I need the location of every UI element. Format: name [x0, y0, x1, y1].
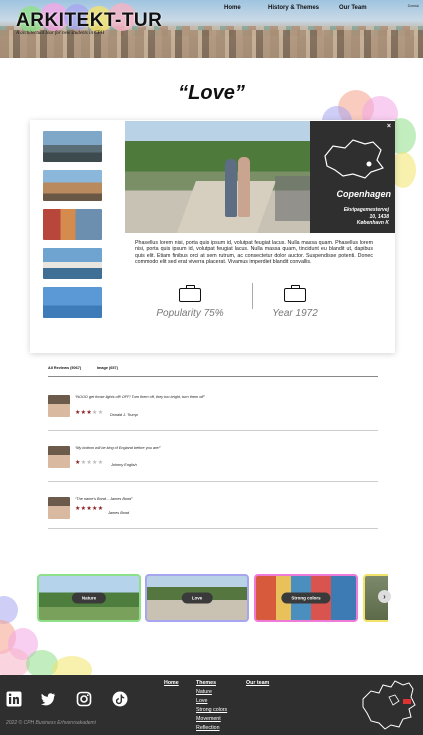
avatar — [48, 497, 70, 519]
review-text: “My bottom will be king of England befor… — [75, 446, 161, 450]
theme-card-strong-colors[interactable]: Strong colors — [254, 574, 358, 622]
footer-link-themes[interactable]: Themes — [196, 679, 227, 688]
divider — [48, 376, 378, 377]
city-name: Copenhagen — [336, 189, 391, 199]
city-map-icon — [324, 139, 384, 179]
address: Ekvipagemestervej 10, 1438 København K — [310, 207, 395, 227]
briefcase-icon — [284, 285, 306, 302]
thumbnail-image[interactable] — [43, 170, 102, 201]
reviewer-name: Donald J. Trump — [110, 413, 138, 417]
popularity-stat: Popularity 75% — [155, 285, 225, 319]
reviewer-name: James Bond — [108, 511, 130, 515]
divider — [48, 430, 378, 431]
thumbnail-image[interactable] — [43, 287, 102, 318]
logo-text: ARKITEKT-TUR — [16, 10, 163, 31]
footer-col-home: Home — [164, 679, 179, 688]
photo-person — [238, 157, 250, 217]
review-text: “NOOO get those lights off! OFF! Turn th… — [75, 395, 205, 399]
avatar — [48, 446, 70, 468]
footer-link-home[interactable]: Home — [164, 679, 179, 688]
thumbnail-image[interactable] — [43, 209, 102, 240]
main-photo — [125, 121, 312, 233]
nav-our-team[interactable]: Our Team — [339, 5, 367, 11]
copyright: 2022 © CPH Business Erhvervsakademi — [6, 720, 96, 726]
footer-col-themes: Themes Nature Love Strong colors Movemen… — [196, 679, 227, 733]
avatar — [48, 395, 70, 417]
year-label: Year 1972 — [272, 308, 318, 319]
footer-link-our-team[interactable]: Our team — [246, 679, 269, 688]
star-icon: ★★★★★ — [75, 506, 104, 512]
close-icon[interactable]: × — [387, 123, 391, 130]
briefcase-icon — [179, 285, 201, 302]
photo-person — [225, 159, 237, 217]
theme-card-nature[interactable]: Nature — [37, 574, 141, 622]
location-info-box: × Copenhagen Ekvipagemestervej 10, 1438 … — [310, 121, 395, 233]
location-card: × Copenhagen Ekvipagemestervej 10, 1438 … — [30, 120, 395, 353]
nav-history-themes[interactable]: History & Themes — [268, 5, 319, 11]
footer-link-nature[interactable]: Nature — [196, 688, 227, 697]
linkedin-icon[interactable] — [6, 691, 22, 707]
photo-bench — [275, 176, 312, 221]
instagram-icon[interactable] — [76, 691, 92, 707]
review-text: “The name's Bond... James Bond” — [75, 497, 133, 501]
theme-label: Strong colors — [281, 592, 331, 604]
rating-stars: ★★★★★ — [75, 459, 103, 466]
logo[interactable]: ARKITEKT-TUR A architectual tour for new… — [16, 10, 162, 36]
reviewer-name: Johnny English — [111, 463, 137, 467]
star-icon: ★★★ — [75, 410, 93, 416]
star-icon: ★★★★ — [80, 460, 104, 466]
thumbnail-image[interactable] — [43, 248, 102, 279]
footer-link-movement[interactable]: Movement — [196, 715, 227, 724]
rating-stars: ★★★★★ — [75, 409, 103, 416]
footer-link-love[interactable]: Love — [196, 697, 227, 706]
theme-card-love[interactable]: Love — [145, 574, 249, 622]
tab-image-reviews[interactable]: Image (657) — [97, 366, 118, 370]
thumbnail-image[interactable] — [43, 131, 102, 162]
theme-label: Nature — [71, 592, 107, 604]
site-footer: Home Themes Nature Love Strong colors Mo… — [0, 675, 423, 735]
language-toggle[interactable]: Dansk — [408, 3, 419, 8]
popularity-label: Popularity 75% — [156, 308, 224, 319]
twitter-icon[interactable] — [40, 691, 56, 707]
divider — [48, 528, 378, 529]
rating-stars: ★★★★★ — [75, 505, 103, 512]
divider — [48, 481, 378, 482]
footer-link-strong-colors[interactable]: Strong colors — [196, 706, 227, 715]
location-description: Phasellus lorem nisi, porta quis ipsum i… — [135, 240, 373, 266]
themes-carousel: Nature Love Strong colors — [36, 574, 388, 622]
thumbnail-gallery — [43, 131, 102, 326]
tab-all-reviews[interactable]: All Reviews (5067) — [48, 366, 81, 370]
map-icon — [362, 680, 416, 730]
tiktok-icon[interactable] — [112, 691, 128, 707]
site-header: ARKITEKT-TUR A architectual tour for new… — [0, 0, 423, 58]
chevron-right-icon[interactable]: › — [378, 590, 391, 603]
star-icon: ★★ — [92, 410, 104, 416]
theme-label: Love — [181, 592, 213, 604]
footer-link-reflection[interactable]: Reflection — [196, 724, 227, 733]
address-line: København K — [356, 220, 389, 226]
year-stat: Year 1972 — [260, 285, 330, 319]
footer-col-team: Our team — [246, 679, 269, 688]
nav-home[interactable]: Home — [224, 5, 241, 11]
divider — [252, 283, 253, 309]
